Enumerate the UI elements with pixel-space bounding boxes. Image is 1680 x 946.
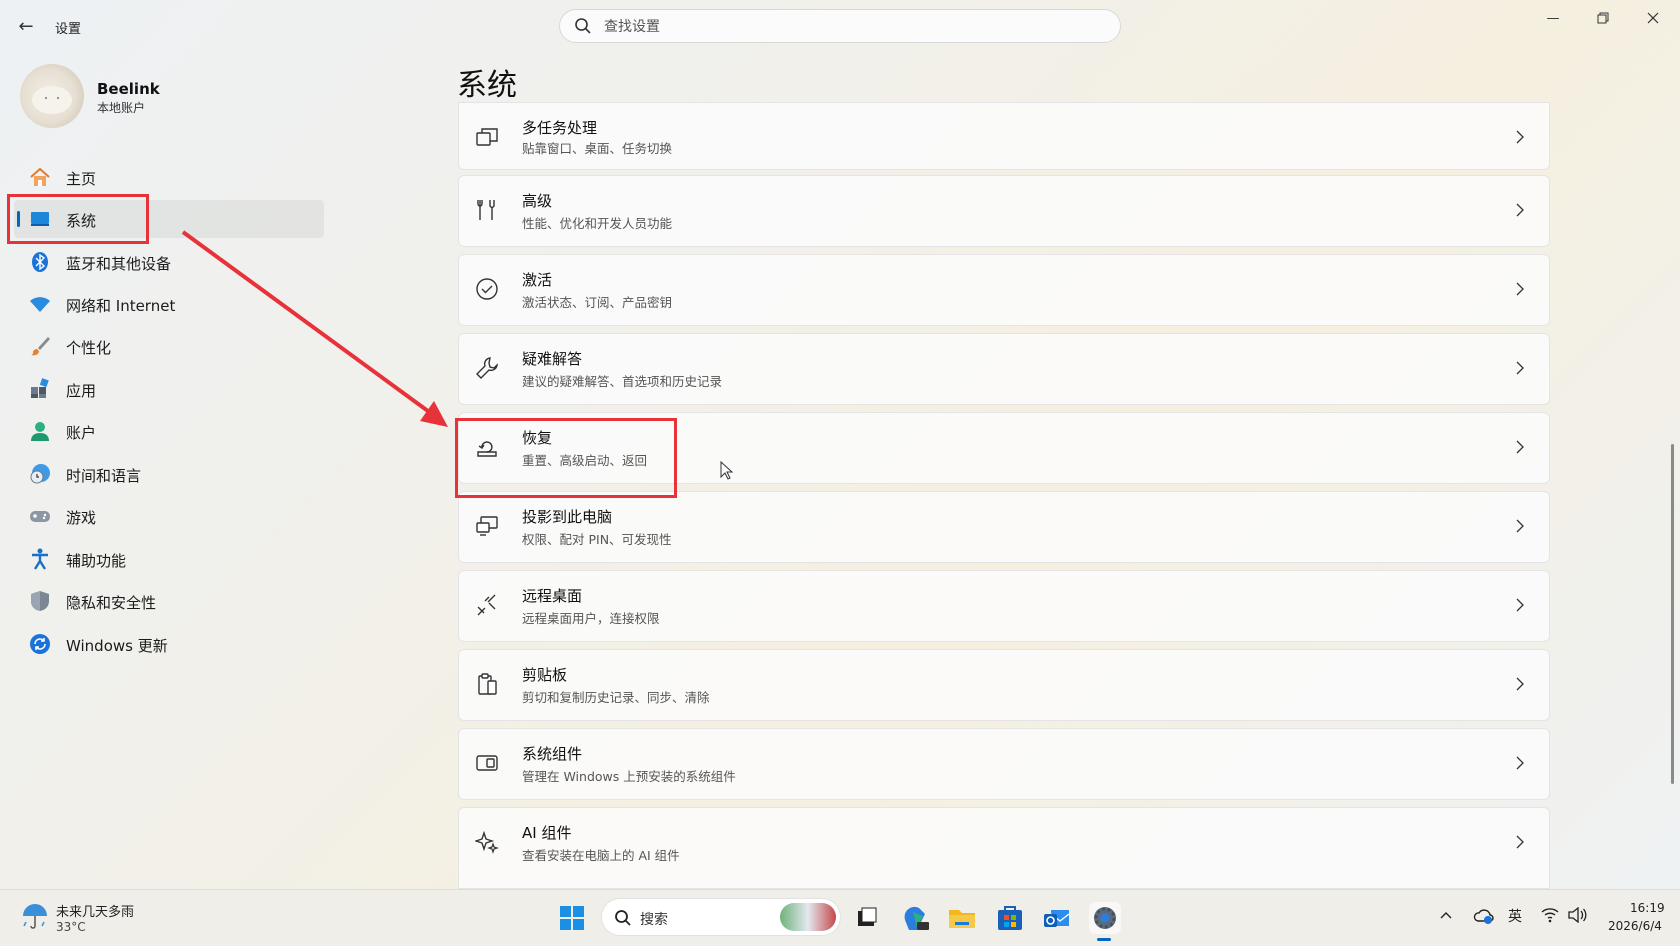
onedrive-cloud-icon[interactable]	[1473, 906, 1495, 926]
store-icon	[998, 906, 1022, 930]
search-icon	[615, 910, 631, 926]
scrollbar[interactable]	[1671, 444, 1674, 784]
outlook-button[interactable]	[1041, 902, 1073, 934]
store-button[interactable]	[994, 902, 1026, 934]
weather-temp: 33°C	[56, 920, 86, 934]
m365-icon	[904, 906, 929, 930]
m365-app-button[interactable]	[899, 902, 931, 934]
taskbar: 未来几天多雨 33°C 搜索 英 16:19 2026/6/4	[0, 889, 1680, 946]
rain-umbrella-icon[interactable]	[20, 902, 50, 932]
windows-start-icon[interactable]	[559, 905, 585, 931]
annotation-arrow	[181, 230, 448, 427]
taskbar-search-label: 搜索	[640, 912, 668, 928]
taskbar-search[interactable]: 搜索	[601, 898, 841, 936]
outlook-icon	[1044, 910, 1070, 927]
active-app-indicator	[1097, 938, 1111, 941]
task-view-icon	[858, 907, 877, 926]
input-method-indicator[interactable]: 英	[1508, 906, 1522, 926]
mouse-cursor-icon	[720, 461, 734, 480]
folder-icon	[949, 910, 975, 928]
settings-app-button[interactable]	[1089, 902, 1121, 934]
settings-gear-icon	[1094, 907, 1116, 929]
volume-icon[interactable]	[1567, 907, 1587, 923]
clock-date[interactable]: 2026/6/4	[1608, 919, 1662, 933]
weather-text[interactable]: 未来几天多雨	[56, 901, 134, 920]
file-explorer-button[interactable]	[946, 902, 978, 934]
chevron-up-icon[interactable]	[1439, 910, 1453, 920]
clock-time[interactable]: 16:19	[1630, 901, 1665, 915]
task-view-button[interactable]	[851, 902, 883, 934]
search-highlight-image	[780, 903, 836, 931]
wifi-status-icon[interactable]	[1541, 907, 1559, 923]
